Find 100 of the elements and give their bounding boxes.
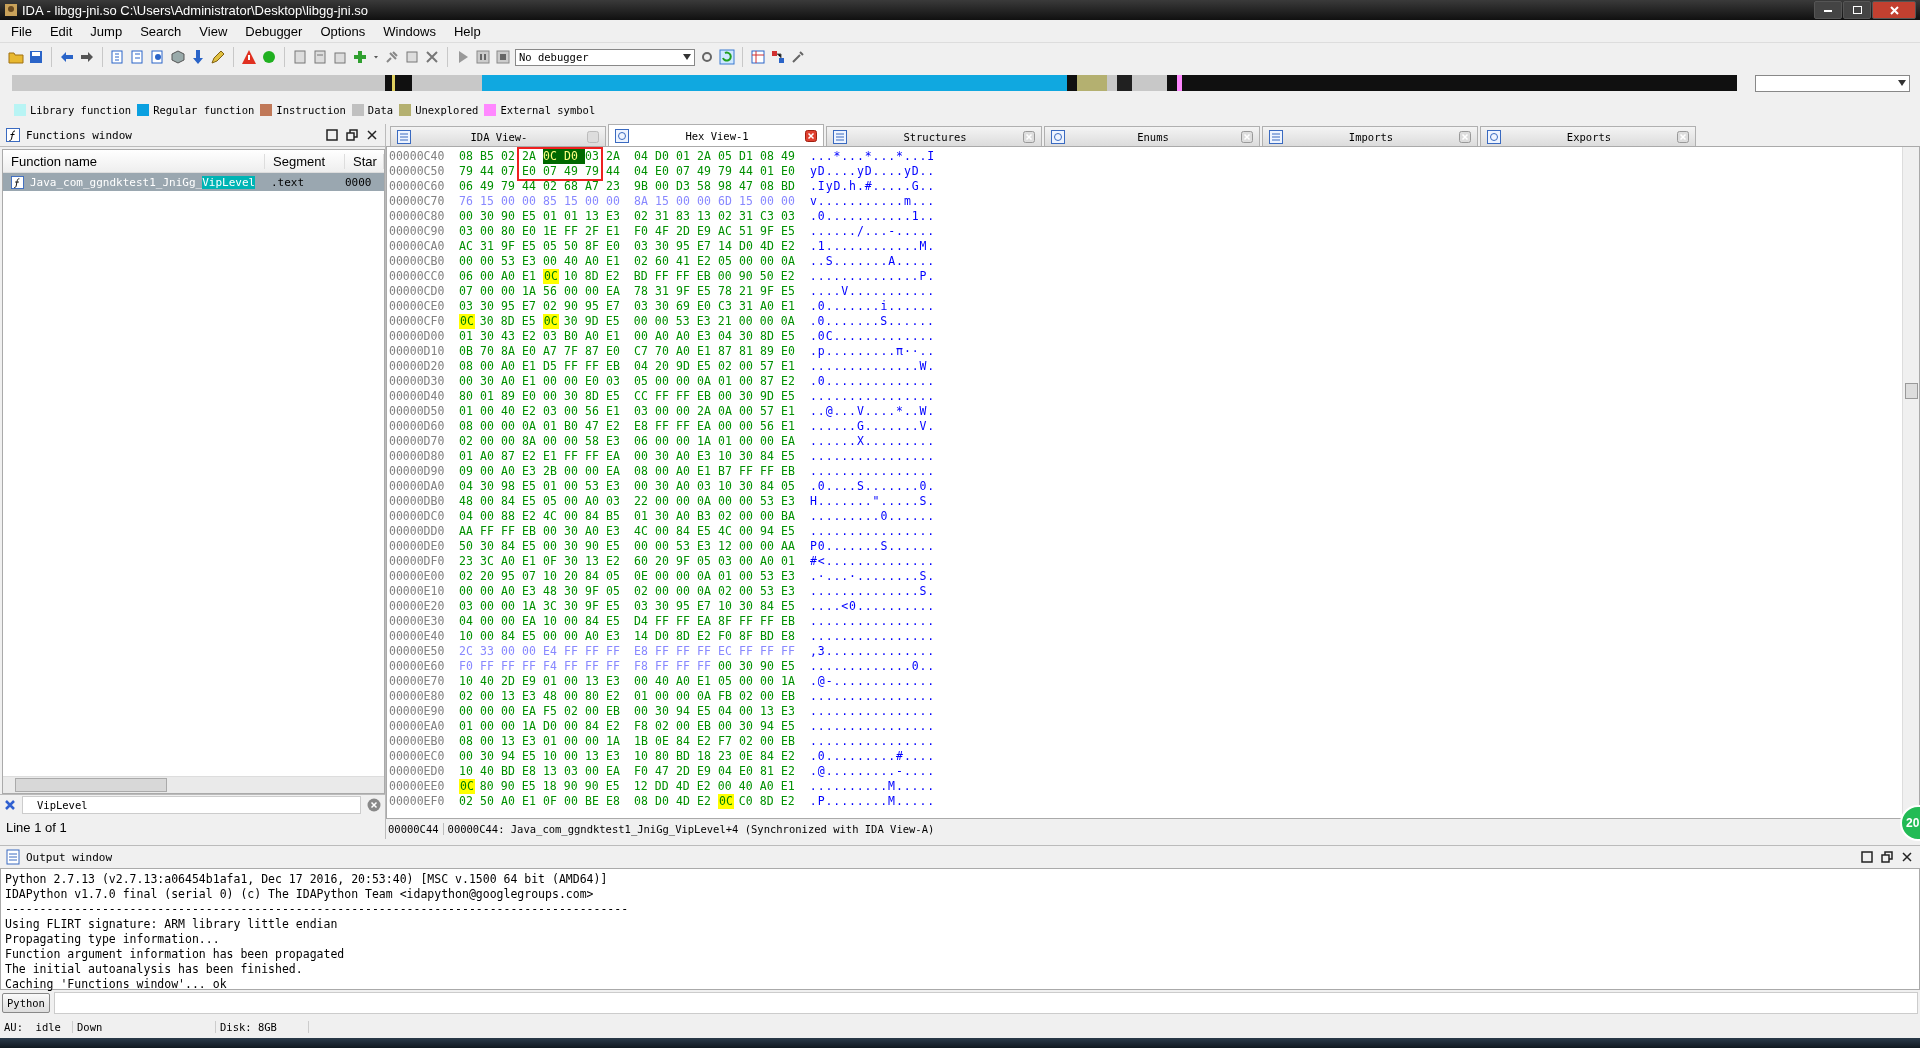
tab[interactable]: Structures xyxy=(826,126,1042,146)
clear-icon[interactable] xyxy=(367,798,381,812)
hex-byte: C3 xyxy=(718,299,733,314)
minimize-button[interactable] xyxy=(1814,1,1842,19)
hex-byte: 98 xyxy=(501,479,516,494)
menu-item[interactable]: Debugger xyxy=(236,23,312,39)
menu-item[interactable]: Edit xyxy=(40,23,82,39)
hex-byte: 9F xyxy=(585,599,600,614)
hex-byte: 84 xyxy=(760,449,775,464)
segment-dropdown[interactable] xyxy=(1755,74,1910,92)
hex-byte: E0 xyxy=(655,164,670,179)
hex-byte: 00 xyxy=(480,614,495,629)
hex-byte: 0A xyxy=(780,314,796,329)
hex-byte: E5 xyxy=(522,629,537,644)
stop-icon[interactable] xyxy=(495,49,511,65)
close-button[interactable] xyxy=(1872,1,1916,19)
hex-byte: EA xyxy=(606,464,621,479)
hex-byte: E3 xyxy=(606,629,621,644)
hex-byte: 80 xyxy=(501,224,516,239)
tab[interactable]: Imports xyxy=(1262,126,1478,146)
legend-label: External symbol xyxy=(500,104,596,116)
ascii-text: ................ xyxy=(810,449,936,464)
hex-byte: A0 xyxy=(501,359,516,374)
ascii-text: ..S.......A..... xyxy=(810,254,936,269)
hex-byte: 00 xyxy=(718,719,733,734)
restore-icon[interactable] xyxy=(1880,850,1894,864)
hex-byte: E0 xyxy=(781,164,796,179)
hex-byte: 00 xyxy=(739,569,754,584)
hex-byte: E2 xyxy=(522,509,537,524)
hex-byte: 1A xyxy=(606,734,621,749)
maximize-icon[interactable] xyxy=(1860,850,1874,864)
command-field[interactable] xyxy=(53,992,1918,1014)
hex-byte: 00 xyxy=(501,614,516,629)
hex-byte: E0 xyxy=(522,344,537,359)
menu-item[interactable]: Search xyxy=(131,23,191,39)
hex-byte: 84 xyxy=(585,719,600,734)
menu-item[interactable]: Jump xyxy=(81,23,132,39)
tab-icon xyxy=(397,129,411,144)
maximize-button[interactable] xyxy=(1843,1,1871,19)
warning-icon[interactable] xyxy=(241,49,257,65)
close-icon[interactable] xyxy=(365,128,379,142)
ascii-text: .@.........-.... xyxy=(810,764,936,779)
save-icon[interactable] xyxy=(28,49,44,65)
hex-byte: 30 xyxy=(655,509,670,524)
menu-item[interactable]: Options xyxy=(311,23,375,39)
grid-icon[interactable] xyxy=(750,49,766,65)
tab[interactable]: Hex View-1 xyxy=(608,124,824,146)
restore-icon[interactable] xyxy=(345,128,359,142)
hex-byte: 4C xyxy=(634,524,649,539)
maximize-icon[interactable] xyxy=(325,128,339,142)
hex-byte: 9B xyxy=(634,179,649,194)
refresh-icon[interactable] xyxy=(719,49,735,65)
hex-byte: E5 xyxy=(781,719,796,734)
hex-byte: A7 xyxy=(585,179,600,194)
hex-byte: 15 xyxy=(480,194,495,209)
menu-item[interactable]: Windows xyxy=(374,23,445,39)
tab[interactable]: IDA View- xyxy=(390,126,606,146)
hex-byte: 1A xyxy=(522,284,537,299)
hex-byte: E2 xyxy=(606,689,621,704)
pause-icon[interactable] xyxy=(475,49,491,65)
down-arrow-icon[interactable] xyxy=(190,49,206,65)
document-icon xyxy=(6,849,20,865)
hex-byte: FF xyxy=(676,644,691,659)
ascii-text: ..............S. xyxy=(810,584,936,599)
forward-arrow-icon[interactable] xyxy=(79,49,95,65)
close-icon[interactable] xyxy=(805,129,817,142)
column-header[interactable]: Star xyxy=(345,153,384,169)
filter-field[interactable]: VipLevel xyxy=(22,796,361,814)
menu-item[interactable]: File xyxy=(2,23,41,39)
close-icon[interactable] xyxy=(1900,850,1914,864)
pencil-icon[interactable] xyxy=(210,49,226,65)
hex-byte: E1 xyxy=(781,299,796,314)
hex-byte: CC xyxy=(634,389,649,404)
horizontal-scrollbar[interactable] xyxy=(3,776,384,793)
circle-icon[interactable] xyxy=(261,49,277,65)
debugger-dropdown[interactable]: No debugger xyxy=(515,48,695,66)
hex-byte: 00 xyxy=(655,524,670,539)
language-button[interactable]: Python xyxy=(2,993,50,1013)
ascii-text: .0...........1.. xyxy=(810,209,936,224)
hex-byte: A0 xyxy=(585,329,600,344)
hex-address: 00000E10 xyxy=(388,584,446,599)
hex-byte: 1A xyxy=(697,434,712,449)
hex-byte: 00 xyxy=(564,734,579,749)
tab[interactable]: Exports xyxy=(1480,126,1696,146)
hex-byte: E3 xyxy=(697,539,712,554)
menu-item[interactable]: Help xyxy=(445,23,490,39)
hex-byte: E3 xyxy=(522,734,537,749)
hex-byte: D0 xyxy=(739,239,754,254)
tab-icon xyxy=(833,129,847,144)
column-header[interactable]: Function name xyxy=(3,153,265,169)
hex-byte: 23 xyxy=(718,749,733,764)
menu-item[interactable]: View xyxy=(190,23,237,39)
output-line: Using FLIRT signature: ARM library little endian xyxy=(5,917,339,932)
navigation-band[interactable] xyxy=(12,75,1737,91)
hex-byte: 2F xyxy=(585,224,600,239)
column-header[interactable]: Segment xyxy=(265,153,345,169)
plus-icon[interactable] xyxy=(352,49,368,65)
folder-icon[interactable] xyxy=(8,49,24,65)
network-icon[interactable] xyxy=(770,49,786,65)
tab[interactable]: Enums xyxy=(1044,126,1260,146)
